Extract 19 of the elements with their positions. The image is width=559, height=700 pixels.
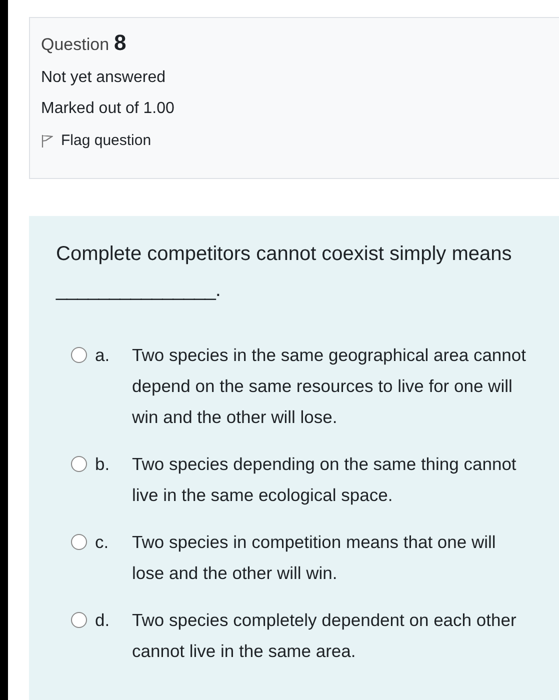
answer-status: Not yet answered — [41, 69, 167, 87]
question-text: Complete competitors cannot coexist simply means _______________. — [56, 242, 513, 303]
option-text: Two species completely dependent on each other cannot live in the same area. — [132, 609, 518, 663]
question-label: Question — [41, 35, 110, 55]
flag-question-link[interactable]: Flag question — [41, 132, 152, 149]
option-text: Two species in competition means that one will lose and the other will win. — [132, 531, 497, 585]
flag-icon — [41, 134, 53, 148]
marks-text: Marked out of 1.00 — [41, 100, 176, 118]
radio-button[interactable] — [71, 456, 87, 472]
radio-button[interactable] — [71, 612, 87, 628]
option-text: Two species in the same geographical area cannot depend on the same resources to live for one will win and the other will lose. — [132, 344, 527, 429]
option-text: Two species depending on the same thing cannot live in the same ecological space. — [132, 453, 518, 507]
radio-button[interactable] — [71, 347, 87, 363]
radio-button[interactable] — [71, 534, 87, 550]
option-letter: d. — [95, 609, 111, 632]
option-letter: b. — [95, 453, 111, 476]
option-letter: a. — [95, 344, 111, 367]
question-number: 8 — [114, 30, 126, 56]
option-letter: c. — [95, 531, 110, 554]
